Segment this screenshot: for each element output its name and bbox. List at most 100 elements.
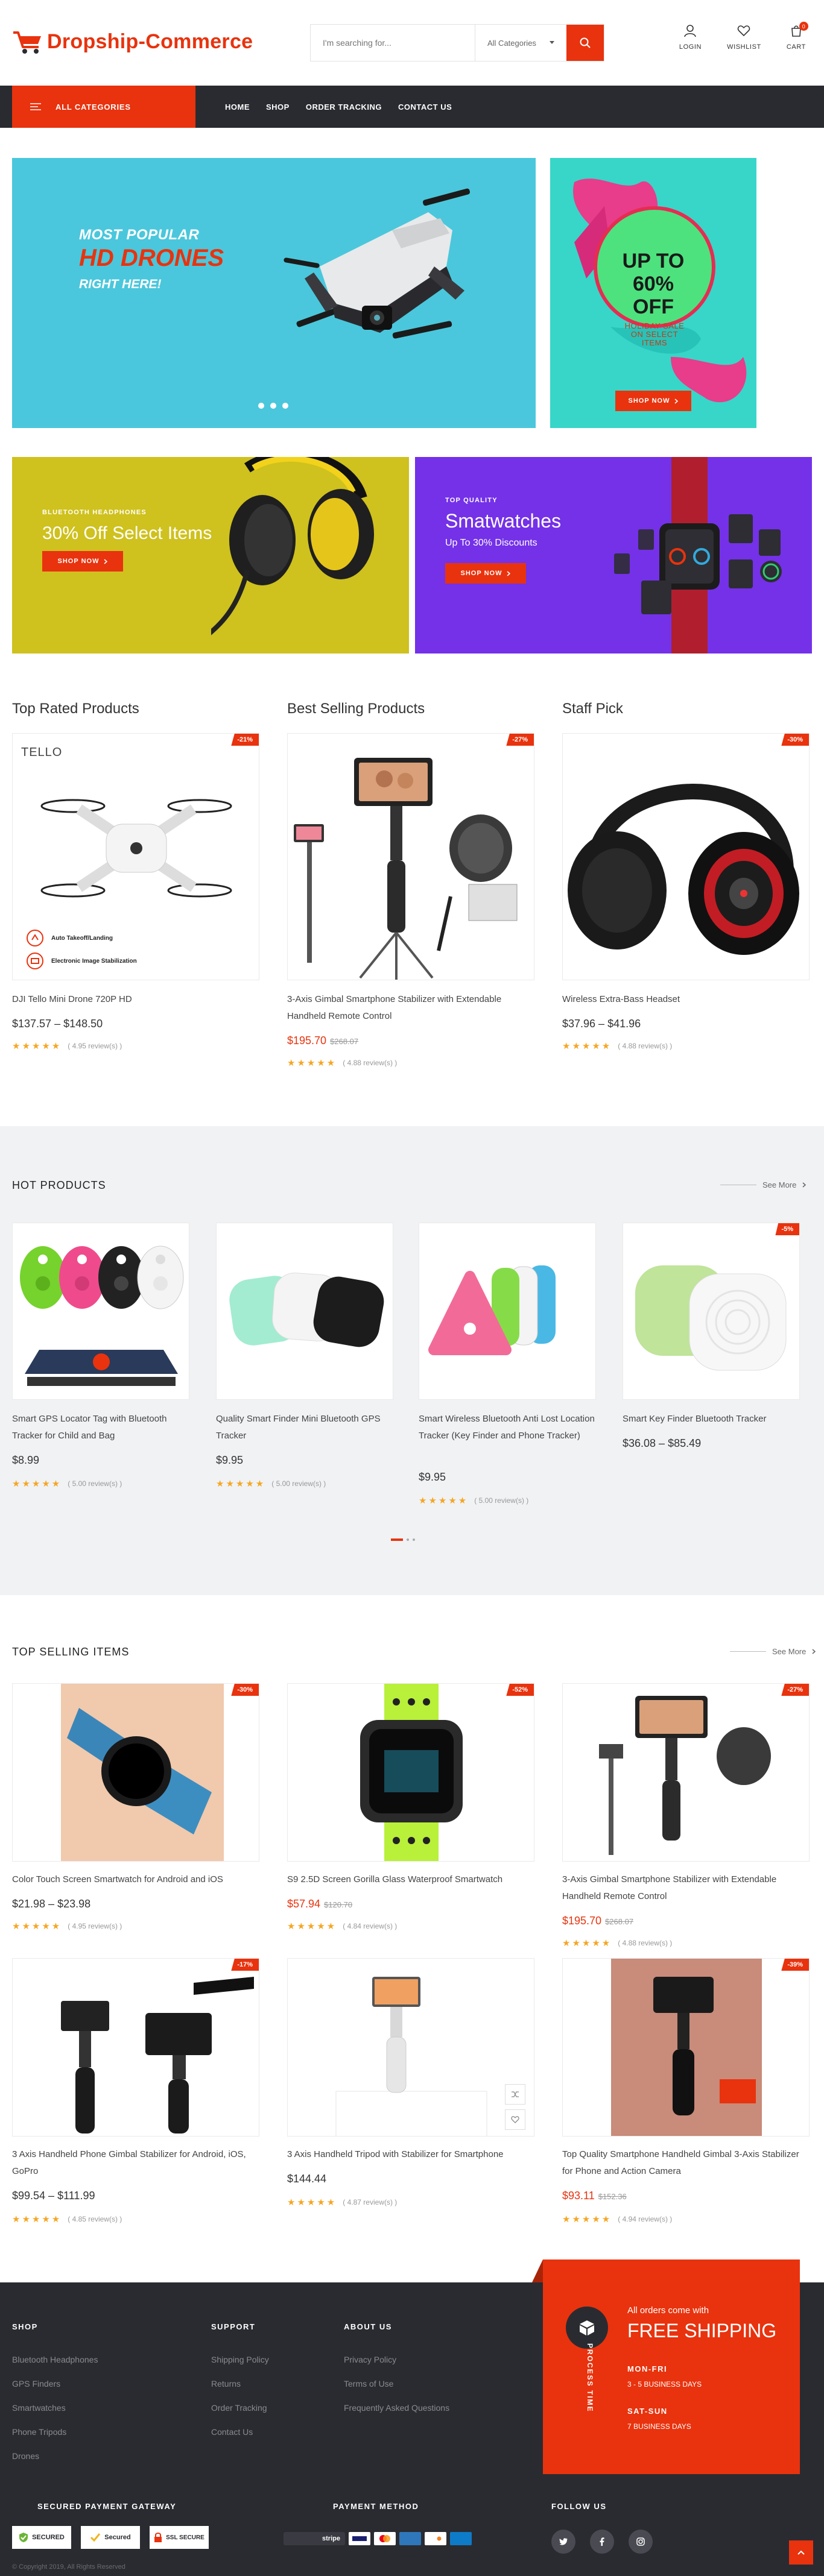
nav-item-contact-us[interactable]: CONTACT US xyxy=(398,102,452,112)
top-rated-column: Top Rated Products xyxy=(12,701,259,717)
smartwatches-banner[interactable]: TOP QUALITY Smatwatches Up To 30% Discou… xyxy=(415,457,812,653)
product-name[interactable]: Smart Key Finder Bluetooth Tracker xyxy=(623,1411,800,1428)
instagram-link[interactable] xyxy=(629,2530,653,2554)
product-name[interactable]: Smart Wireless Bluetooth Anti Lost Locat… xyxy=(419,1411,596,1444)
handheld-gimbal-image xyxy=(61,1977,254,2134)
slider-dot[interactable] xyxy=(270,403,276,409)
corner-fold-shape xyxy=(532,2260,543,2282)
headphones-banner[interactable]: BLUETOOTH HEADPHONES 30% Off Select Item… xyxy=(12,457,409,653)
product-name[interactable]: Wireless Extra-Bass Headset xyxy=(562,991,810,1008)
old-price: $152.36 xyxy=(598,2192,627,2201)
nav-item-home[interactable]: HOME xyxy=(225,102,250,112)
product-name[interactable]: 3 Axis Handheld Phone Gimbal Stabilizer … xyxy=(12,2146,259,2180)
wishlist-link[interactable]: WISHLIST xyxy=(727,24,761,51)
slider-dot[interactable] xyxy=(258,403,264,409)
headphones-shop-now-button[interactable]: SHOP NOW xyxy=(42,551,123,572)
product-price: $8.99 xyxy=(12,1454,39,1467)
product-image-gimbal[interactable]: -27% xyxy=(287,733,534,980)
search-button[interactable] xyxy=(566,25,604,61)
search-icon xyxy=(580,37,591,48)
nav-item-shop[interactable]: SHOP xyxy=(266,102,290,112)
chevron-right-icon xyxy=(812,1649,816,1654)
product-name[interactable]: S9 2.5D Screen Gorilla Glass Waterproof … xyxy=(287,1871,534,1888)
hero-slider[interactable]: MOST POPULAR HD DRONES RIGHT HERE! xyxy=(12,158,536,428)
carousel-dot[interactable] xyxy=(413,1538,415,1541)
facebook-link[interactable] xyxy=(590,2530,614,2554)
price-value: $137.57 – $148.50 xyxy=(12,1018,103,1030)
logo[interactable]: Dropship-Commerce xyxy=(12,29,253,54)
product-image-s9-smartwatch[interactable]: -52% xyxy=(287,1683,534,1862)
login-link[interactable]: LOGIN xyxy=(679,24,702,51)
wishlist-button[interactable] xyxy=(505,2109,525,2130)
chevron-right-icon xyxy=(104,558,108,564)
product-name[interactable]: 3-Axis Gimbal Smartphone Stabilizer with… xyxy=(287,991,528,1025)
feature-text-2: Electronic Image Stabilization xyxy=(51,958,137,965)
product-rating: ★★★★★ ( 4.95 review(s) ) xyxy=(12,1041,122,1051)
product-name[interactable]: Smart GPS Locator Tag with Bluetooth Tra… xyxy=(12,1411,189,1444)
secured-badge: SECURED xyxy=(12,2526,71,2549)
product-name[interactable]: 3 Axis Handheld Tripod with Stabilizer f… xyxy=(287,2146,534,2163)
smartwatches-shop-now-button[interactable]: SHOP NOW xyxy=(445,563,526,584)
promo-banner[interactable]: UP TO 60% OFF HOLIDAY SALE ON SELECT ITE… xyxy=(550,158,756,428)
footer-link[interactable]: Bluetooth Headphones xyxy=(12,2348,98,2372)
visa-logo-icon xyxy=(352,2536,367,2541)
carousel-dot-active[interactable] xyxy=(391,1538,403,1541)
top-selling-title: TOP SELLING ITEMS xyxy=(12,1646,130,1658)
nav-item-order-tracking[interactable]: ORDER TRACKING xyxy=(306,102,382,112)
footer-link[interactable]: Shipping Policy xyxy=(211,2348,269,2372)
product-image-gimbal-2[interactable]: -27% xyxy=(562,1683,810,1862)
rating-stars-icon: ★★★★★ xyxy=(287,1058,337,1068)
all-categories-button[interactable]: ALL CATEGORIES xyxy=(12,86,195,128)
stabilization-icon xyxy=(27,953,43,969)
cart-link[interactable]: 0 CART xyxy=(787,22,808,51)
badge-label: SSL SECURE xyxy=(166,2534,204,2541)
footer-link[interactable]: Terms of Use xyxy=(344,2372,449,2396)
copyright-text: © Copyright 2019, All Rights Reserved xyxy=(12,2563,125,2571)
product-image-tello[interactable]: -21% TELLO Auto Takeoff/Landing Electron… xyxy=(12,733,259,980)
footer-link[interactable]: Order Tracking xyxy=(211,2396,269,2420)
headphones-banner-title: 30% Off Select Items xyxy=(42,523,212,543)
product-image-color-smartwatch[interactable]: -30% xyxy=(12,1683,259,1862)
footer-link[interactable]: Contact Us xyxy=(211,2420,269,2444)
product-name[interactable]: Top Quality Smartphone Handheld Gimbal 3… xyxy=(562,2146,810,2180)
product-name[interactable]: Quality Smart Finder Mini Bluetooth GPS … xyxy=(216,1411,393,1444)
headphones-shop-now-label: SHOP NOW xyxy=(57,558,100,565)
smartwatches-shop-now-label: SHOP NOW xyxy=(460,570,502,577)
product-image-smart-finder[interactable] xyxy=(216,1223,393,1400)
login-label: LOGIN xyxy=(679,43,702,51)
shield-check-icon xyxy=(19,2533,28,2542)
carousel-dot[interactable] xyxy=(407,1538,409,1541)
footer-link[interactable]: GPS Finders xyxy=(12,2372,98,2396)
product-image-gimbal-action-cam[interactable]: -39% xyxy=(562,1958,810,2137)
twitter-link[interactable] xyxy=(551,2530,575,2554)
footer-link[interactable]: Phone Tripods xyxy=(12,2420,98,2444)
product-image-gps-tag[interactable] xyxy=(12,1223,189,1400)
footer-shop-links: Bluetooth Headphones GPS Finders Smartwa… xyxy=(12,2348,98,2468)
all-categories-label: ALL CATEGORIES xyxy=(55,102,131,112)
product-price: $57.94 $120.70 xyxy=(287,1898,352,1910)
footer-link[interactable]: Drones xyxy=(12,2444,98,2468)
promo-shop-now-button[interactable]: SHOP NOW xyxy=(615,391,691,411)
back-to-top-button[interactable] xyxy=(789,2540,813,2565)
product-image-key-finder[interactable]: -5% xyxy=(623,1223,800,1400)
key-finder-image xyxy=(635,1265,787,1371)
hot-see-more-link[interactable]: See More xyxy=(720,1180,807,1189)
search-input[interactable] xyxy=(311,25,475,61)
product-name[interactable]: Color Touch Screen Smartwatch for Androi… xyxy=(12,1871,259,1888)
product-image-handheld-gimbal[interactable]: -17% xyxy=(12,1958,259,2137)
slider-dot[interactable] xyxy=(282,403,288,409)
sale-badge: -27% xyxy=(781,1684,809,1696)
footer-link[interactable]: Frequently Asked Questions xyxy=(344,2396,449,2420)
takeoff-icon xyxy=(27,930,43,946)
product-name[interactable]: DJI Tello Mini Drone 720P HD xyxy=(12,991,259,1008)
category-select[interactable]: All Categories xyxy=(475,25,566,61)
product-image-tripod-stabilizer[interactable] xyxy=(287,1958,534,2137)
product-name[interactable]: 3-Axis Gimbal Smartphone Stabilizer with… xyxy=(562,1871,810,1905)
selling-see-more-link[interactable]: See More xyxy=(730,1647,816,1656)
footer-link[interactable]: Privacy Policy xyxy=(344,2348,449,2372)
footer-link[interactable]: Smartwatches xyxy=(12,2396,98,2420)
product-image-headset[interactable]: -30% xyxy=(562,733,810,980)
product-image-anti-lost-tracker[interactable] xyxy=(419,1223,596,1400)
compare-button[interactable] xyxy=(505,2084,525,2105)
footer-link[interactable]: Returns xyxy=(211,2372,269,2396)
